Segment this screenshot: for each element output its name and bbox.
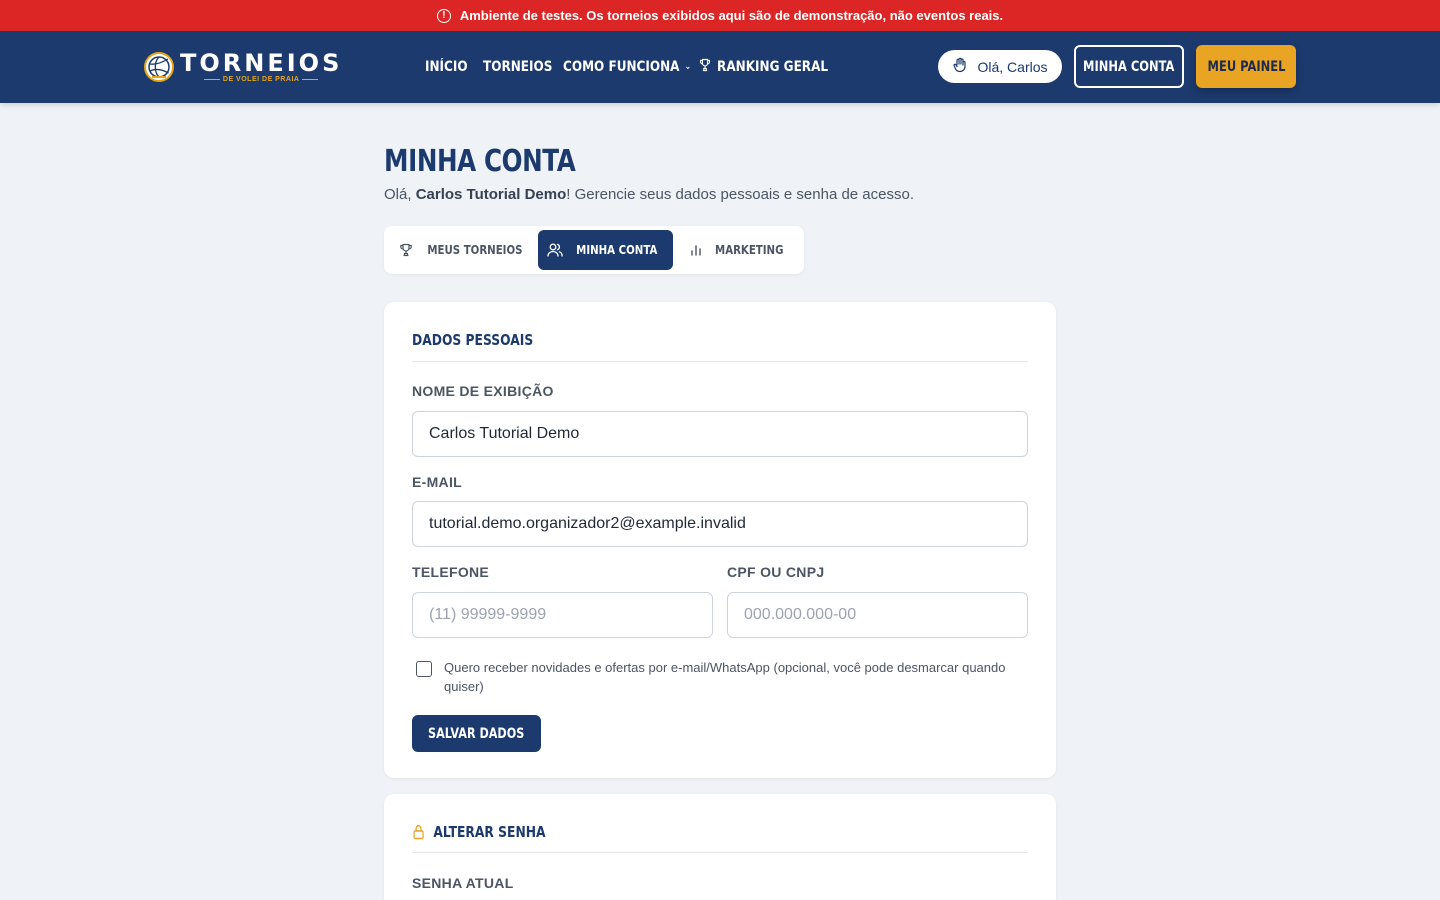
- page-subtitle: Olá, Carlos Tutorial Demo! Gerencie seus…: [384, 186, 914, 203]
- newsletter-checkbox[interactable]: [416, 661, 432, 677]
- subtitle-suffix: ! Gerencie seus dados pessoais e senha d…: [566, 186, 914, 203]
- banner-text: Ambiente de testes. Os torneios exibidos…: [459, 8, 1004, 23]
- personal-data-card: DADOS PESSOAIS NOME DE EXIBIÇÃO E-MAIL T…: [384, 302, 1056, 778]
- email-label: E-MAIL: [412, 474, 463, 490]
- section-divider: [412, 361, 1028, 362]
- nav-inicio[interactable]: INÍCIO: [425, 59, 475, 75]
- nav-links: INÍCIO TORNEIOS COMO FUNCIONA ⌄ RANKING …: [425, 31, 839, 103]
- trophy-icon: [699, 58, 711, 76]
- main-navbar: TORNEIOS DE VOLEI DE PRAIA INÍCIO TORNEI…: [0, 31, 1440, 103]
- nav-ranking-label: RANKING GERAL: [717, 59, 829, 75]
- test-environment-banner: ! Ambiente de testes. Os torneios exibid…: [0, 0, 1440, 31]
- volleyball-logo-icon: [144, 52, 174, 82]
- cpf-cnpj-label: CPF OU CNPJ: [727, 564, 825, 580]
- change-password-card: ALTERAR SENHA SENHA ATUAL: [384, 794, 1056, 900]
- email-input[interactable]: [412, 501, 1028, 547]
- site-logo[interactable]: TORNEIOS DE VOLEI DE PRAIA: [144, 51, 342, 83]
- display-name-label: NOME DE EXIBIÇÃO: [412, 383, 554, 399]
- account-tabs: MEUS TORNEIOS MINHA CONTA MARKETING: [384, 226, 804, 274]
- change-password-title-text: ALTERAR SENHA: [433, 823, 546, 841]
- nav-torneios[interactable]: TORNEIOS: [483, 59, 552, 75]
- waving-hand-icon: [952, 57, 968, 76]
- bar-chart-icon: [689, 243, 703, 257]
- users-icon: [547, 243, 563, 257]
- trophy-icon: [399, 243, 413, 257]
- display-name-input[interactable]: [412, 411, 1028, 457]
- alert-circle-icon: !: [436, 8, 451, 23]
- current-password-label: SENHA ATUAL: [412, 875, 514, 891]
- tab-marketing[interactable]: MARKETING: [680, 230, 798, 270]
- cpf-cnpj-input[interactable]: [727, 592, 1028, 638]
- section-divider: [412, 852, 1028, 853]
- change-password-title: ALTERAR SENHA: [412, 822, 546, 842]
- personal-data-title: DADOS PESSOAIS: [412, 331, 534, 349]
- lock-icon: [412, 824, 425, 840]
- tab-marketing-label: MARKETING: [714, 243, 784, 257]
- logo-subtitle: DE VOLEI DE PRAIA: [201, 76, 322, 83]
- nav-ranking-geral[interactable]: RANKING GERAL: [699, 58, 828, 76]
- tab-meus-torneios-label: MEUS TORNEIOS: [427, 243, 523, 257]
- nav-como-funciona-label: COMO FUNCIONA: [563, 59, 680, 75]
- newsletter-consent-text: Quero receber novidades e ofertas por e-…: [444, 660, 1006, 694]
- save-data-button-label: SALVAR DADOS: [428, 725, 525, 742]
- page-title: MINHA CONTA: [384, 144, 576, 179]
- tab-meus-torneios[interactable]: MEUS TORNEIOS: [392, 230, 538, 270]
- my-panel-button-label: MEU PAINEL: [1207, 58, 1285, 75]
- tab-minha-conta[interactable]: MINHA CONTA: [538, 230, 673, 270]
- my-account-button-label: MINHA CONTA: [1083, 58, 1175, 75]
- subtitle-prefix: Olá,: [384, 186, 416, 203]
- logo-title: TORNEIOS: [180, 49, 343, 77]
- save-data-button[interactable]: SALVAR DADOS: [412, 715, 541, 752]
- my-panel-button[interactable]: MEU PAINEL: [1196, 45, 1296, 88]
- phone-label: TELEFONE: [412, 564, 490, 580]
- phone-input[interactable]: [412, 592, 713, 638]
- greeting-text: Olá, Carlos: [977, 58, 1048, 75]
- subtitle-user-name: Carlos Tutorial Demo: [415, 186, 567, 203]
- nav-como-funciona[interactable]: COMO FUNCIONA ⌄: [563, 59, 691, 75]
- tab-minha-conta-label: MINHA CONTA: [575, 243, 658, 257]
- my-account-button[interactable]: MINHA CONTA: [1074, 45, 1184, 88]
- chevron-down-icon: ⌄: [684, 62, 692, 72]
- user-greeting-pill[interactable]: Olá, Carlos: [938, 50, 1062, 83]
